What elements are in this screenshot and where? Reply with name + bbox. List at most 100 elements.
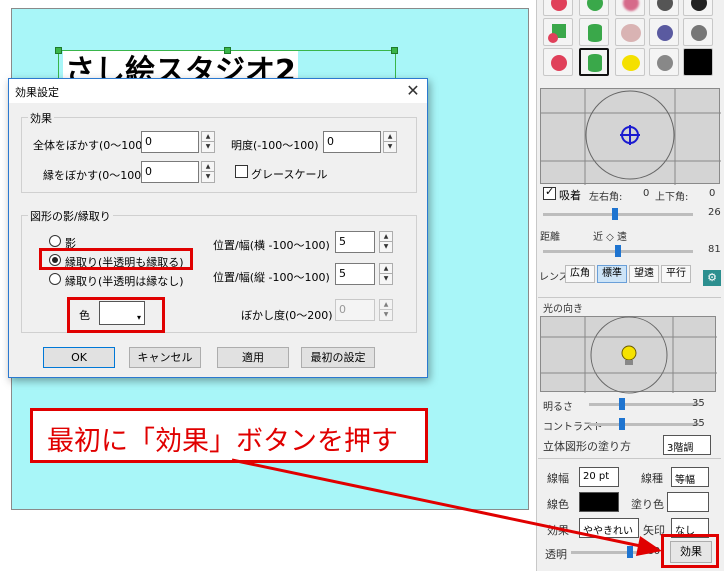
right-tool-panel: ✓ 吸着 左右角: 0 上下角: 0 26 距離 近 ◇ 遠 81 レンズ 広角…: [536, 0, 724, 571]
effect-quality-value: ややきれい: [583, 526, 633, 537]
brightness-spinner[interactable]: ▲ ▼: [383, 131, 397, 153]
brightness-input[interactable]: 0: [323, 131, 381, 153]
shape-tool-button[interactable]: [615, 0, 645, 16]
fill-method-value: 3階調: [667, 443, 694, 454]
outline-option-highlight: [39, 248, 193, 270]
effect-quality-label: 効果: [547, 524, 569, 537]
blur-all-input[interactable]: 0: [141, 131, 199, 153]
line-color-label: 線色: [547, 498, 569, 511]
settings-gear-icon[interactable]: ⚙: [703, 270, 721, 286]
light-brightness-label: 明るさ: [543, 402, 573, 413]
brightness-label: 明度(-100〜100): [231, 139, 319, 152]
lens-parallel-button[interactable]: 平行: [661, 265, 691, 283]
line-type-value: 等幅: [675, 475, 695, 486]
blur-degree-spinner[interactable]: ▲ ▼: [379, 299, 393, 321]
opacity-label: 透明: [545, 548, 567, 561]
globe-tool-button[interactable]: [649, 0, 679, 16]
position-v-spinner[interactable]: ▲ ▼: [379, 263, 393, 285]
outline-opaque-label: 縁取り(半透明は縁なし): [65, 275, 184, 288]
distance-slider-thumb[interactable]: [615, 245, 621, 257]
line-type-select[interactable]: 等幅: [671, 467, 709, 487]
line-color-swatch[interactable]: [579, 492, 619, 512]
outline-color-dropdown[interactable]: ▾: [99, 301, 145, 325]
shadow-radio[interactable]: [49, 235, 61, 247]
distance-value: 81: [708, 244, 721, 255]
light-direction-preview[interactable]: [540, 316, 717, 394]
contrast-value: 35: [692, 418, 705, 429]
left-right-angle-label: 左右角:: [589, 192, 623, 203]
left-right-angle-value: 0: [643, 188, 650, 199]
fill-method-select[interactable]: 3階調: [663, 435, 711, 455]
angle-slider-thumb[interactable]: [612, 208, 618, 220]
globe-tool-button[interactable]: [649, 18, 679, 46]
grayscale-checkbox[interactable]: [235, 165, 248, 178]
shape-tool-button[interactable]: [579, 0, 609, 16]
color-swatch-button[interactable]: [683, 48, 713, 76]
cancel-button[interactable]: キャンセル: [129, 347, 201, 368]
lens-standard-button[interactable]: 標準: [597, 265, 627, 283]
opacity-thumb[interactable]: [627, 546, 633, 558]
light-brightness-value: 35: [692, 398, 705, 409]
near-far-label: 近 ◇ 遠: [593, 232, 628, 243]
outline-opaque-radio[interactable]: [49, 273, 61, 285]
opacity-value: 100: [641, 546, 661, 557]
contrast-thumb[interactable]: [619, 418, 625, 430]
contrast-slider[interactable]: [589, 423, 699, 426]
resize-handle-top-left[interactable]: [55, 47, 62, 54]
apply-button[interactable]: 適用: [217, 347, 289, 368]
close-icon[interactable]: ✕: [399, 79, 427, 103]
effect-settings-dialog: 効果設定 ✕ 効果 全体をぼかす(0〜100) 0 ▲ ▼ 明度(-100〜100…: [8, 78, 428, 378]
line-width-label: 線幅: [547, 472, 569, 485]
attach-checkbox[interactable]: ✓: [543, 185, 556, 200]
blur-all-label: 全体をぼかす(0〜100): [33, 139, 147, 152]
shape-tool-button[interactable]: [615, 18, 645, 46]
position-h-input[interactable]: 5: [335, 231, 375, 253]
blur-edge-input[interactable]: 0: [141, 161, 199, 183]
ok-button[interactable]: OK: [43, 347, 115, 368]
blur-degree-input[interactable]: 0: [335, 299, 375, 321]
shape-tool-button[interactable]: [649, 48, 679, 76]
line-width-select[interactable]: 20 pt: [579, 467, 619, 487]
dialog-title: 効果設定: [15, 86, 59, 99]
position-h-spinner[interactable]: ▲ ▼: [379, 231, 393, 253]
grayscale-label: グレースケール: [251, 168, 328, 181]
dialog-titlebar[interactable]: 効果設定 ✕: [9, 79, 427, 103]
fill-method-label: 立体図形の塗り方: [543, 440, 631, 453]
lens-tele-button[interactable]: 望遠: [629, 265, 659, 283]
shape-tool-button[interactable]: [579, 48, 609, 76]
light-brightness-slider[interactable]: [589, 403, 699, 406]
camera-preview[interactable]: [540, 88, 721, 185]
cube-tool-button[interactable]: [543, 18, 573, 46]
effect-quality-select[interactable]: ややきれい: [579, 518, 639, 538]
resize-handle-top-middle[interactable]: [224, 47, 231, 54]
light-brightness-thumb[interactable]: [619, 398, 625, 410]
shape-tool-button[interactable]: [683, 18, 713, 46]
shape-tool-button[interactable]: [543, 48, 573, 76]
light-direction-title: 光の向き: [543, 304, 583, 315]
camera-grid-icon: [541, 89, 721, 185]
angle-slider[interactable]: [543, 213, 693, 216]
up-down-angle-value: 0: [709, 188, 716, 199]
callout-text: 最初に「効果」ボタンを押す: [47, 426, 398, 457]
distance-label: 距離: [540, 232, 560, 243]
shape-tool-button[interactable]: [543, 0, 573, 16]
light-grid-icon: [541, 316, 717, 394]
reset-button[interactable]: 最初の設定: [301, 347, 375, 368]
fill-color-swatch[interactable]: [667, 492, 709, 512]
shape-tool-button[interactable]: [615, 48, 645, 76]
fill-color-label: 塗り色: [631, 498, 664, 511]
cylinder-tool-button[interactable]: [579, 18, 609, 46]
position-v-label: 位置/幅(縦 -100〜100): [213, 271, 330, 284]
position-v-input[interactable]: 5: [335, 263, 375, 285]
up-down-angle-label: 上下角:: [655, 192, 689, 203]
shadow-outline-group-title: 図形の影/縁取り: [28, 208, 113, 224]
angle-slider-value: 26: [708, 207, 721, 218]
lens-wide-button[interactable]: 広角: [565, 265, 595, 283]
blur-all-spinner[interactable]: ▲ ▼: [201, 131, 215, 153]
instruction-callout: 最初に「効果」ボタンを押す: [30, 408, 428, 463]
blur-degree-label: ぼかし度(0〜200): [241, 309, 333, 322]
shape-tool-button[interactable]: [683, 0, 713, 16]
blur-edge-spinner[interactable]: ▲ ▼: [201, 161, 215, 183]
resize-handle-top-right[interactable]: [391, 47, 398, 54]
line-type-label: 線種: [641, 472, 663, 485]
